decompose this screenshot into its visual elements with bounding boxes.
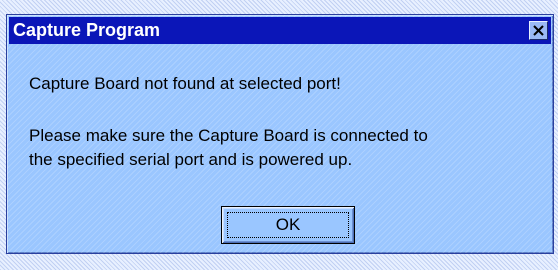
ok-button-label: OK [275, 215, 301, 234]
instruction-line-1: Please make sure the Capture Board is co… [29, 126, 428, 145]
error-message: Capture Board not found at selected port… [29, 74, 341, 93]
close-button[interactable] [529, 21, 548, 40]
message-dialog: Capture Program Capture Board not found … [6, 14, 554, 254]
close-icon [533, 25, 544, 36]
instruction-line-2: the specified serial port and is powered… [29, 150, 353, 169]
ok-button[interactable]: OK [221, 206, 355, 244]
window-title: Capture Program [13, 20, 161, 40]
title-bar[interactable]: Capture Program [9, 17, 551, 44]
